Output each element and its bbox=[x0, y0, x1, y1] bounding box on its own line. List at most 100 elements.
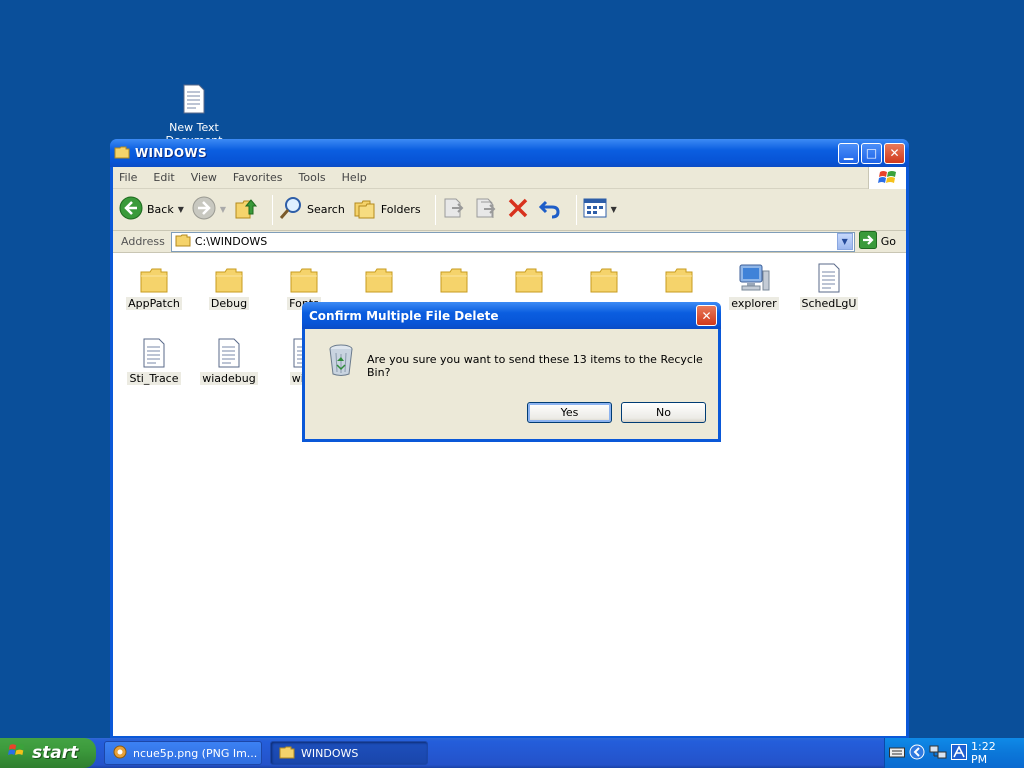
system-tray: 1:22 PM bbox=[884, 738, 1024, 768]
go-arrow-icon bbox=[858, 231, 877, 252]
file-item[interactable]: SchedLgU bbox=[792, 261, 866, 310]
file-item[interactable] bbox=[417, 261, 491, 306]
up-folder-icon bbox=[234, 196, 258, 223]
file-label: AppPatch bbox=[126, 297, 182, 310]
search-icon bbox=[279, 196, 303, 223]
folder-icon bbox=[192, 261, 266, 293]
menu-file[interactable]: File bbox=[119, 171, 137, 184]
views-icon bbox=[583, 198, 607, 221]
file-item[interactable]: explorer bbox=[717, 261, 791, 310]
menu-favorites[interactable]: Favorites bbox=[233, 171, 283, 184]
folder-icon bbox=[417, 261, 491, 293]
move-to-icon bbox=[442, 196, 466, 223]
windows-logo-icon bbox=[868, 167, 906, 189]
file-item[interactable]: Sti_Trace bbox=[117, 336, 191, 385]
views-button[interactable]: ▼ bbox=[583, 198, 617, 221]
menu-edit[interactable]: Edit bbox=[153, 171, 174, 184]
file-item[interactable] bbox=[342, 261, 416, 306]
file-label: explorer bbox=[729, 297, 779, 310]
taskbar: start ncue5p.png (PNG Im... WINDOWS 1:22… bbox=[0, 738, 1024, 768]
copy-to-button[interactable] bbox=[474, 196, 498, 223]
file-item[interactable]: AppPatch bbox=[117, 261, 191, 310]
copy-to-icon bbox=[474, 196, 498, 223]
windows-logo-icon bbox=[8, 742, 26, 764]
folder-icon bbox=[567, 261, 641, 293]
confirm-delete-dialog: Confirm Multiple File Delete ✕ Are you s… bbox=[302, 302, 721, 442]
folder-icon bbox=[175, 233, 191, 250]
window-titlebar[interactable]: WINDOWS ▁ □ ✕ bbox=[110, 139, 909, 167]
dialog-title: Confirm Multiple File Delete bbox=[309, 308, 499, 323]
chevron-down-icon[interactable]: ▼ bbox=[220, 205, 226, 214]
taskbar-button-windows[interactable]: WINDOWS bbox=[270, 741, 428, 765]
forward-button[interactable]: ▼ bbox=[192, 196, 226, 223]
taskbar-button-image[interactable]: ncue5p.png (PNG Im... bbox=[104, 741, 262, 765]
file-item[interactable] bbox=[492, 261, 566, 306]
dialog-message: Are you sure you want to send these 13 i… bbox=[367, 353, 703, 379]
folder-icon bbox=[114, 145, 130, 162]
keyboard-icon[interactable] bbox=[889, 746, 905, 761]
search-button[interactable]: Search bbox=[279, 196, 345, 223]
folders-icon bbox=[353, 197, 377, 222]
image-viewer-icon bbox=[113, 745, 127, 762]
undo-icon bbox=[538, 196, 562, 223]
folder-icon bbox=[342, 261, 416, 293]
recycle-bin-icon bbox=[327, 343, 355, 380]
dialog-titlebar[interactable]: Confirm Multiple File Delete ✕ bbox=[302, 302, 721, 329]
file-item[interactable]: wiadebug bbox=[192, 336, 266, 385]
no-button[interactable]: No bbox=[621, 402, 706, 423]
menu-tools[interactable]: Tools bbox=[299, 171, 326, 184]
window-title: WINDOWS bbox=[135, 146, 207, 160]
minimize-button[interactable]: ▁ bbox=[838, 142, 859, 164]
folder-icon bbox=[117, 261, 191, 293]
file-label: Sti_Trace bbox=[127, 372, 181, 385]
file-item[interactable] bbox=[567, 261, 641, 306]
search-label: Search bbox=[307, 203, 345, 216]
file-label: Debug bbox=[208, 297, 250, 310]
accessibility-icon[interactable] bbox=[951, 743, 967, 763]
undo-button[interactable] bbox=[538, 196, 562, 223]
desktop-icon-new-text-document[interactable]: New Text Document bbox=[160, 84, 228, 147]
back-arrow-icon bbox=[119, 196, 143, 223]
go-button[interactable]: Go bbox=[858, 231, 902, 252]
chevron-left-icon[interactable] bbox=[909, 744, 925, 763]
task-label: ncue5p.png (PNG Im... bbox=[133, 746, 258, 760]
address-value: C:\WINDOWS bbox=[194, 235, 268, 248]
network-icon[interactable] bbox=[929, 744, 947, 763]
forward-arrow-icon bbox=[192, 196, 216, 223]
start-button[interactable]: start bbox=[0, 738, 96, 768]
start-label: start bbox=[32, 743, 79, 763]
text-document-icon bbox=[792, 261, 866, 293]
menu-bar: File Edit View Favorites Tools Help bbox=[113, 167, 906, 189]
delete-button[interactable] bbox=[506, 196, 530, 223]
text-document-icon bbox=[160, 84, 228, 117]
dialog-close-button[interactable]: ✕ bbox=[696, 305, 717, 326]
up-folder-button[interactable] bbox=[234, 196, 258, 223]
file-item[interactable]: Debug bbox=[192, 261, 266, 310]
chevron-down-icon[interactable]: ▼ bbox=[611, 205, 617, 214]
chevron-down-icon[interactable]: ▼ bbox=[178, 205, 184, 214]
task-label: WINDOWS bbox=[301, 746, 359, 760]
chevron-down-icon[interactable]: ▼ bbox=[836, 233, 853, 250]
file-label: wiadebug bbox=[200, 372, 258, 385]
computer-icon bbox=[717, 261, 791, 293]
delete-x-icon bbox=[506, 196, 530, 223]
toolbar: Back ▼ ▼ Search Folders ▼ bbox=[113, 189, 906, 231]
file-label: SchedLgU bbox=[799, 297, 859, 310]
menu-view[interactable]: View bbox=[191, 171, 217, 184]
yes-button[interactable]: Yes bbox=[527, 402, 612, 423]
folders-button[interactable]: Folders bbox=[353, 197, 421, 222]
text-document-icon bbox=[192, 336, 266, 368]
close-button[interactable]: ✕ bbox=[884, 142, 905, 164]
back-button[interactable]: Back ▼ bbox=[119, 196, 184, 223]
file-item[interactable] bbox=[642, 261, 716, 306]
menu-help[interactable]: Help bbox=[342, 171, 367, 184]
address-bar: Address C:\WINDOWS ▼ Go bbox=[113, 231, 906, 253]
folder-icon bbox=[267, 261, 341, 293]
clock: 1:22 PM bbox=[971, 740, 996, 766]
address-input[interactable]: C:\WINDOWS ▼ bbox=[170, 231, 855, 252]
maximize-button[interactable]: □ bbox=[861, 142, 882, 164]
move-to-button[interactable] bbox=[442, 196, 466, 223]
address-label: Address bbox=[121, 235, 165, 248]
folder-icon bbox=[492, 261, 566, 293]
go-label: Go bbox=[880, 235, 896, 248]
